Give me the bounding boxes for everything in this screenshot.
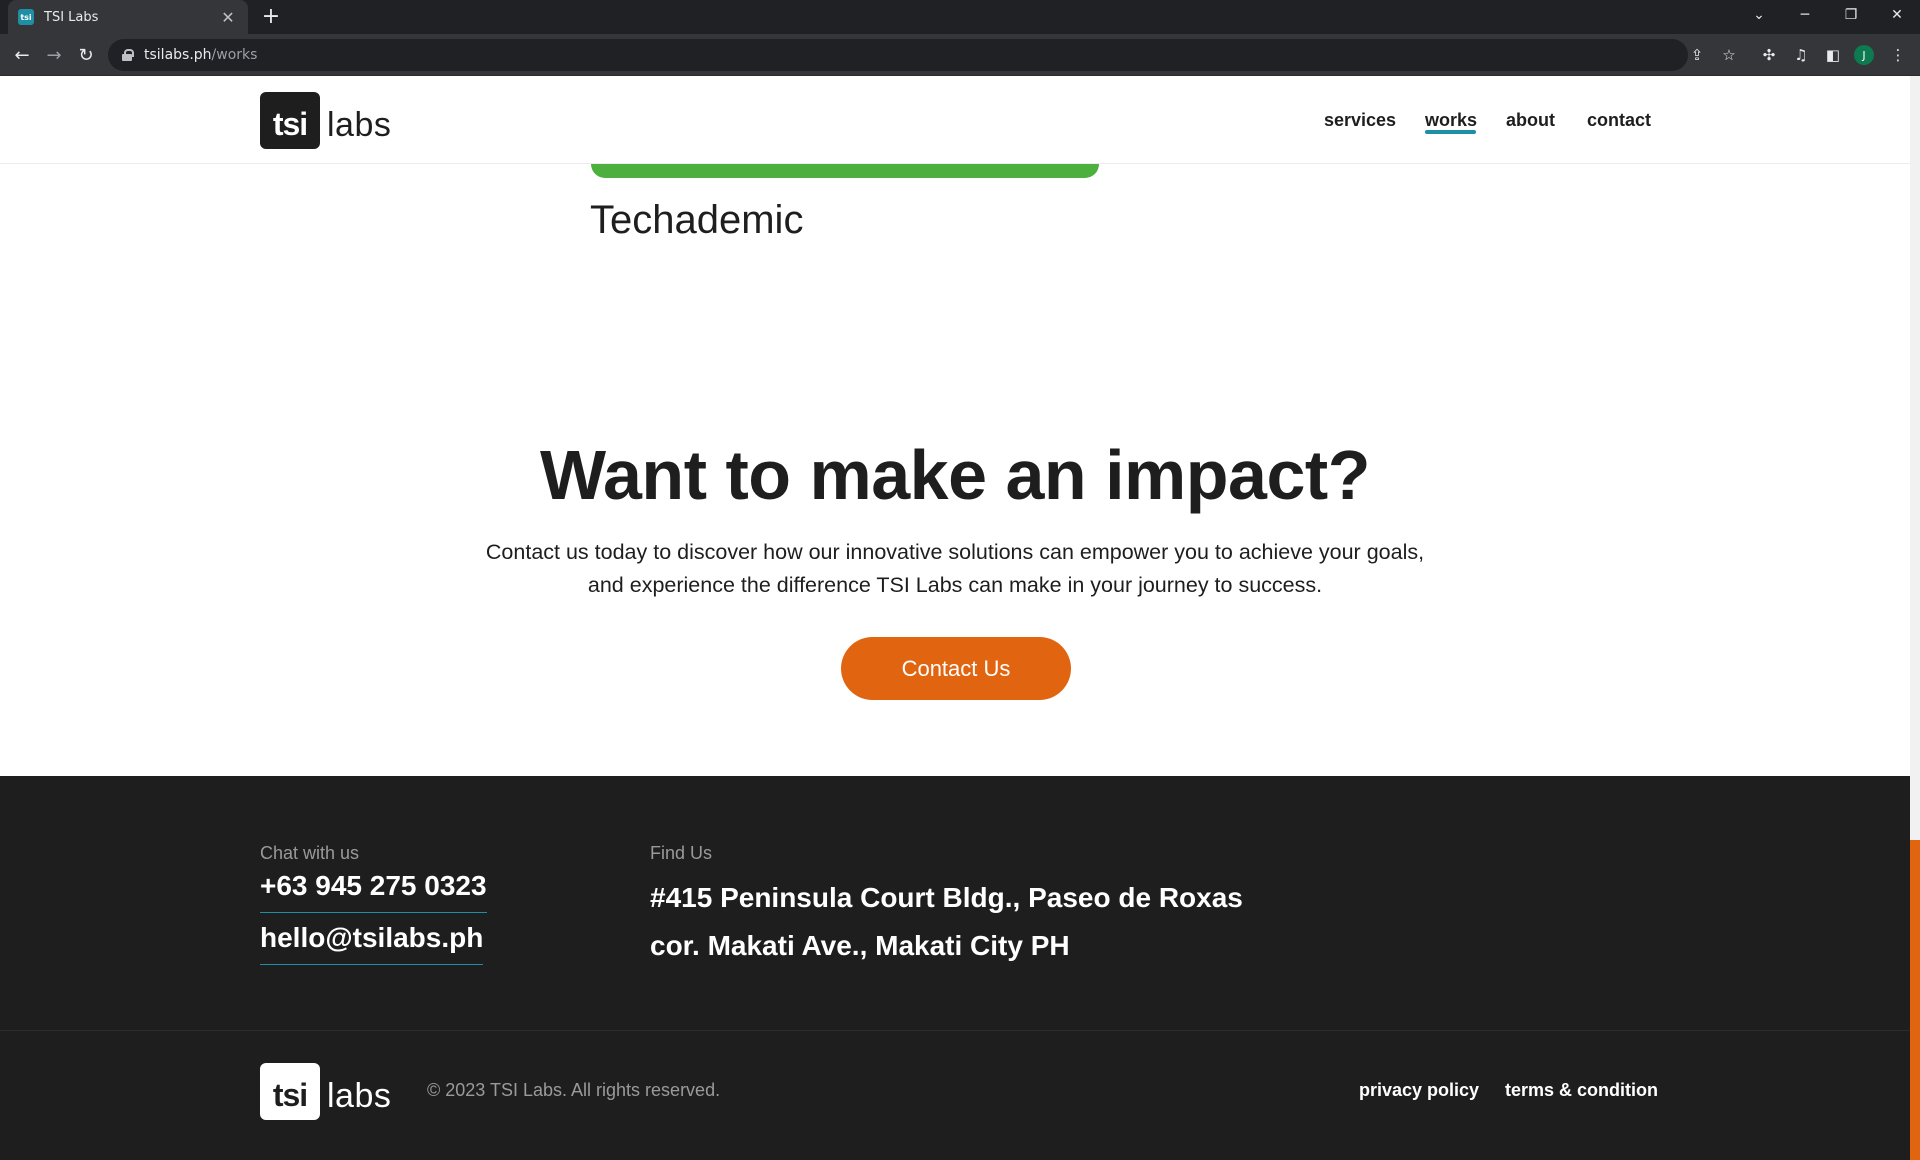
media-control-icon[interactable]: ♫ <box>1787 41 1815 69</box>
close-tab-icon[interactable]: ✕ <box>218 8 238 27</box>
tsi-favicon-icon: tsi <box>18 9 34 25</box>
header-logo[interactable]: tsi labs <box>260 92 391 149</box>
lock-icon[interactable] <box>122 49 134 61</box>
reload-icon[interactable]: ↻ <box>72 41 100 69</box>
contact-us-button[interactable]: Contact Us <box>841 637 1071 700</box>
cta-description-line-1: Contact us today to discover how our inn… <box>485 540 1425 564</box>
phone-link[interactable]: +63 945 275 0323 <box>260 870 487 913</box>
page-scrollbar-thumb[interactable] <box>1910 840 1920 1160</box>
close-window-icon[interactable]: ✕ <box>1874 0 1920 30</box>
chat-label: Chat with us <box>260 843 360 863</box>
address-line-1: #415 Peninsula Court Bldg., Paseo de Rox… <box>650 882 1243 913</box>
address-line-2: cor. Makati Ave., Makati City PH <box>650 930 1070 961</box>
share-icon[interactable]: ⇪ <box>1683 41 1711 69</box>
minimize-window-icon[interactable]: ─ <box>1782 0 1828 30</box>
url-host: tsilabs.ph <box>144 47 212 63</box>
extensions-puzzle-icon[interactable]: ✣ <box>1755 41 1783 69</box>
cta-heading: Want to make an impact? <box>540 436 1370 514</box>
nav-services[interactable]: services <box>1324 110 1396 131</box>
forward-arrow-icon[interactable]: → <box>40 41 68 69</box>
browser-toolbar: ← → ↻ tsilabs.ph/works ⇪ ☆ ✣ ♫ ◧ J ⋮ <box>0 34 1920 76</box>
browser-menu-icon[interactable]: ⋮ <box>1884 41 1912 69</box>
tab-search-chevron-icon[interactable]: ⌄ <box>1736 0 1782 30</box>
footer-logo-mark: tsi <box>260 1063 320 1120</box>
cta-description-line-2: and experience the difference TSI Labs c… <box>587 573 1323 597</box>
address-bar[interactable]: tsilabs.ph/works <box>108 39 1688 71</box>
footer-logo-wordmark: labs <box>327 1077 392 1115</box>
new-tab-button[interactable]: + <box>258 4 284 30</box>
restore-window-icon[interactable]: ❐ <box>1828 0 1874 30</box>
copyright-text: © 2023 TSI Labs. All rights reserved. <box>427 1080 721 1100</box>
footer-logo[interactable]: tsi labs <box>260 1063 391 1120</box>
terms-condition-link[interactable]: terms & condition <box>1505 1080 1658 1101</box>
find-us-label: Find Us <box>650 843 713 863</box>
site-header: tsi labs services works about contact <box>0 76 1910 164</box>
bookmark-star-icon[interactable]: ☆ <box>1715 41 1743 69</box>
browser-tab-bar: tsi TSI Labs ✕ + ⌄ ─ ❐ ✕ <box>0 0 1920 34</box>
nav-about[interactable]: about <box>1506 110 1555 131</box>
nav-contact[interactable]: contact <box>1587 110 1651 131</box>
email-link[interactable]: hello@tsilabs.ph <box>260 922 484 965</box>
side-panel-icon[interactable]: ◧ <box>1819 41 1847 69</box>
logo-wordmark: labs <box>327 106 392 144</box>
logo-mark: tsi <box>260 92 320 149</box>
privacy-policy-link[interactable]: privacy policy <box>1359 1080 1479 1101</box>
back-arrow-icon[interactable]: ← <box>8 41 36 69</box>
profile-avatar[interactable]: J <box>1854 45 1874 65</box>
tab-title: TSI Labs <box>44 9 99 25</box>
project-title[interactable]: Techademic <box>590 198 803 243</box>
browser-tab[interactable]: tsi TSI Labs ✕ <box>8 0 248 34</box>
url-path: /works <box>211 47 258 63</box>
nav-active-indicator <box>1425 130 1476 134</box>
nav-works[interactable]: works <box>1425 110 1477 131</box>
